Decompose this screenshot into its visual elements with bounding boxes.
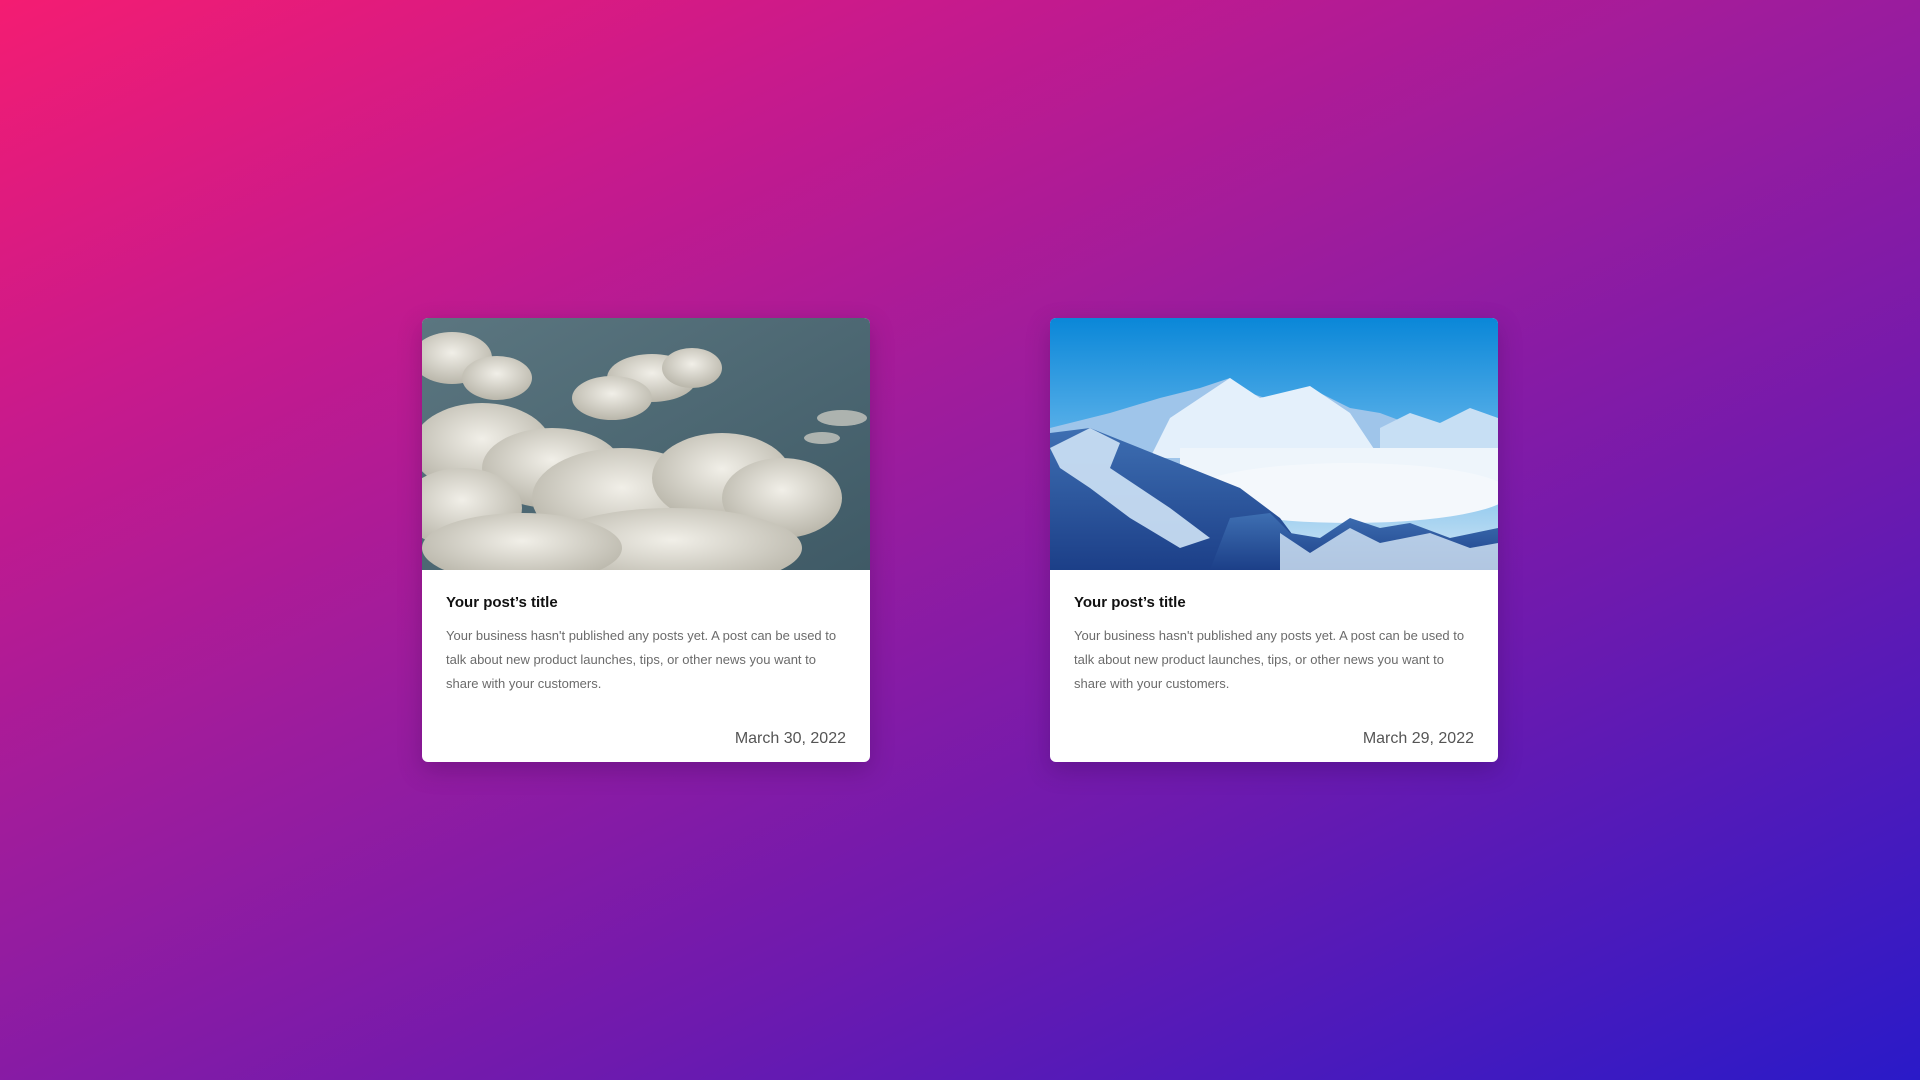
post-excerpt: Your business hasn't published any posts… (446, 628, 837, 691)
post-image-clouds[interactable] (422, 318, 870, 570)
post-title[interactable]: Your post’s title (1074, 570, 1474, 612)
post-card[interactable]: Your post’s title Your business hasn't p… (1050, 318, 1498, 762)
post-date: March 30, 2022 (734, 730, 846, 747)
post-date: March 29, 2022 (1362, 730, 1474, 747)
post-image-mountains[interactable] (1050, 318, 1498, 570)
post-card[interactable]: Your post’s title Your business hasn't p… (422, 318, 870, 762)
post-excerpt: Your business hasn't published any posts… (1074, 628, 1465, 691)
post-title[interactable]: Your post’s title (446, 570, 846, 612)
